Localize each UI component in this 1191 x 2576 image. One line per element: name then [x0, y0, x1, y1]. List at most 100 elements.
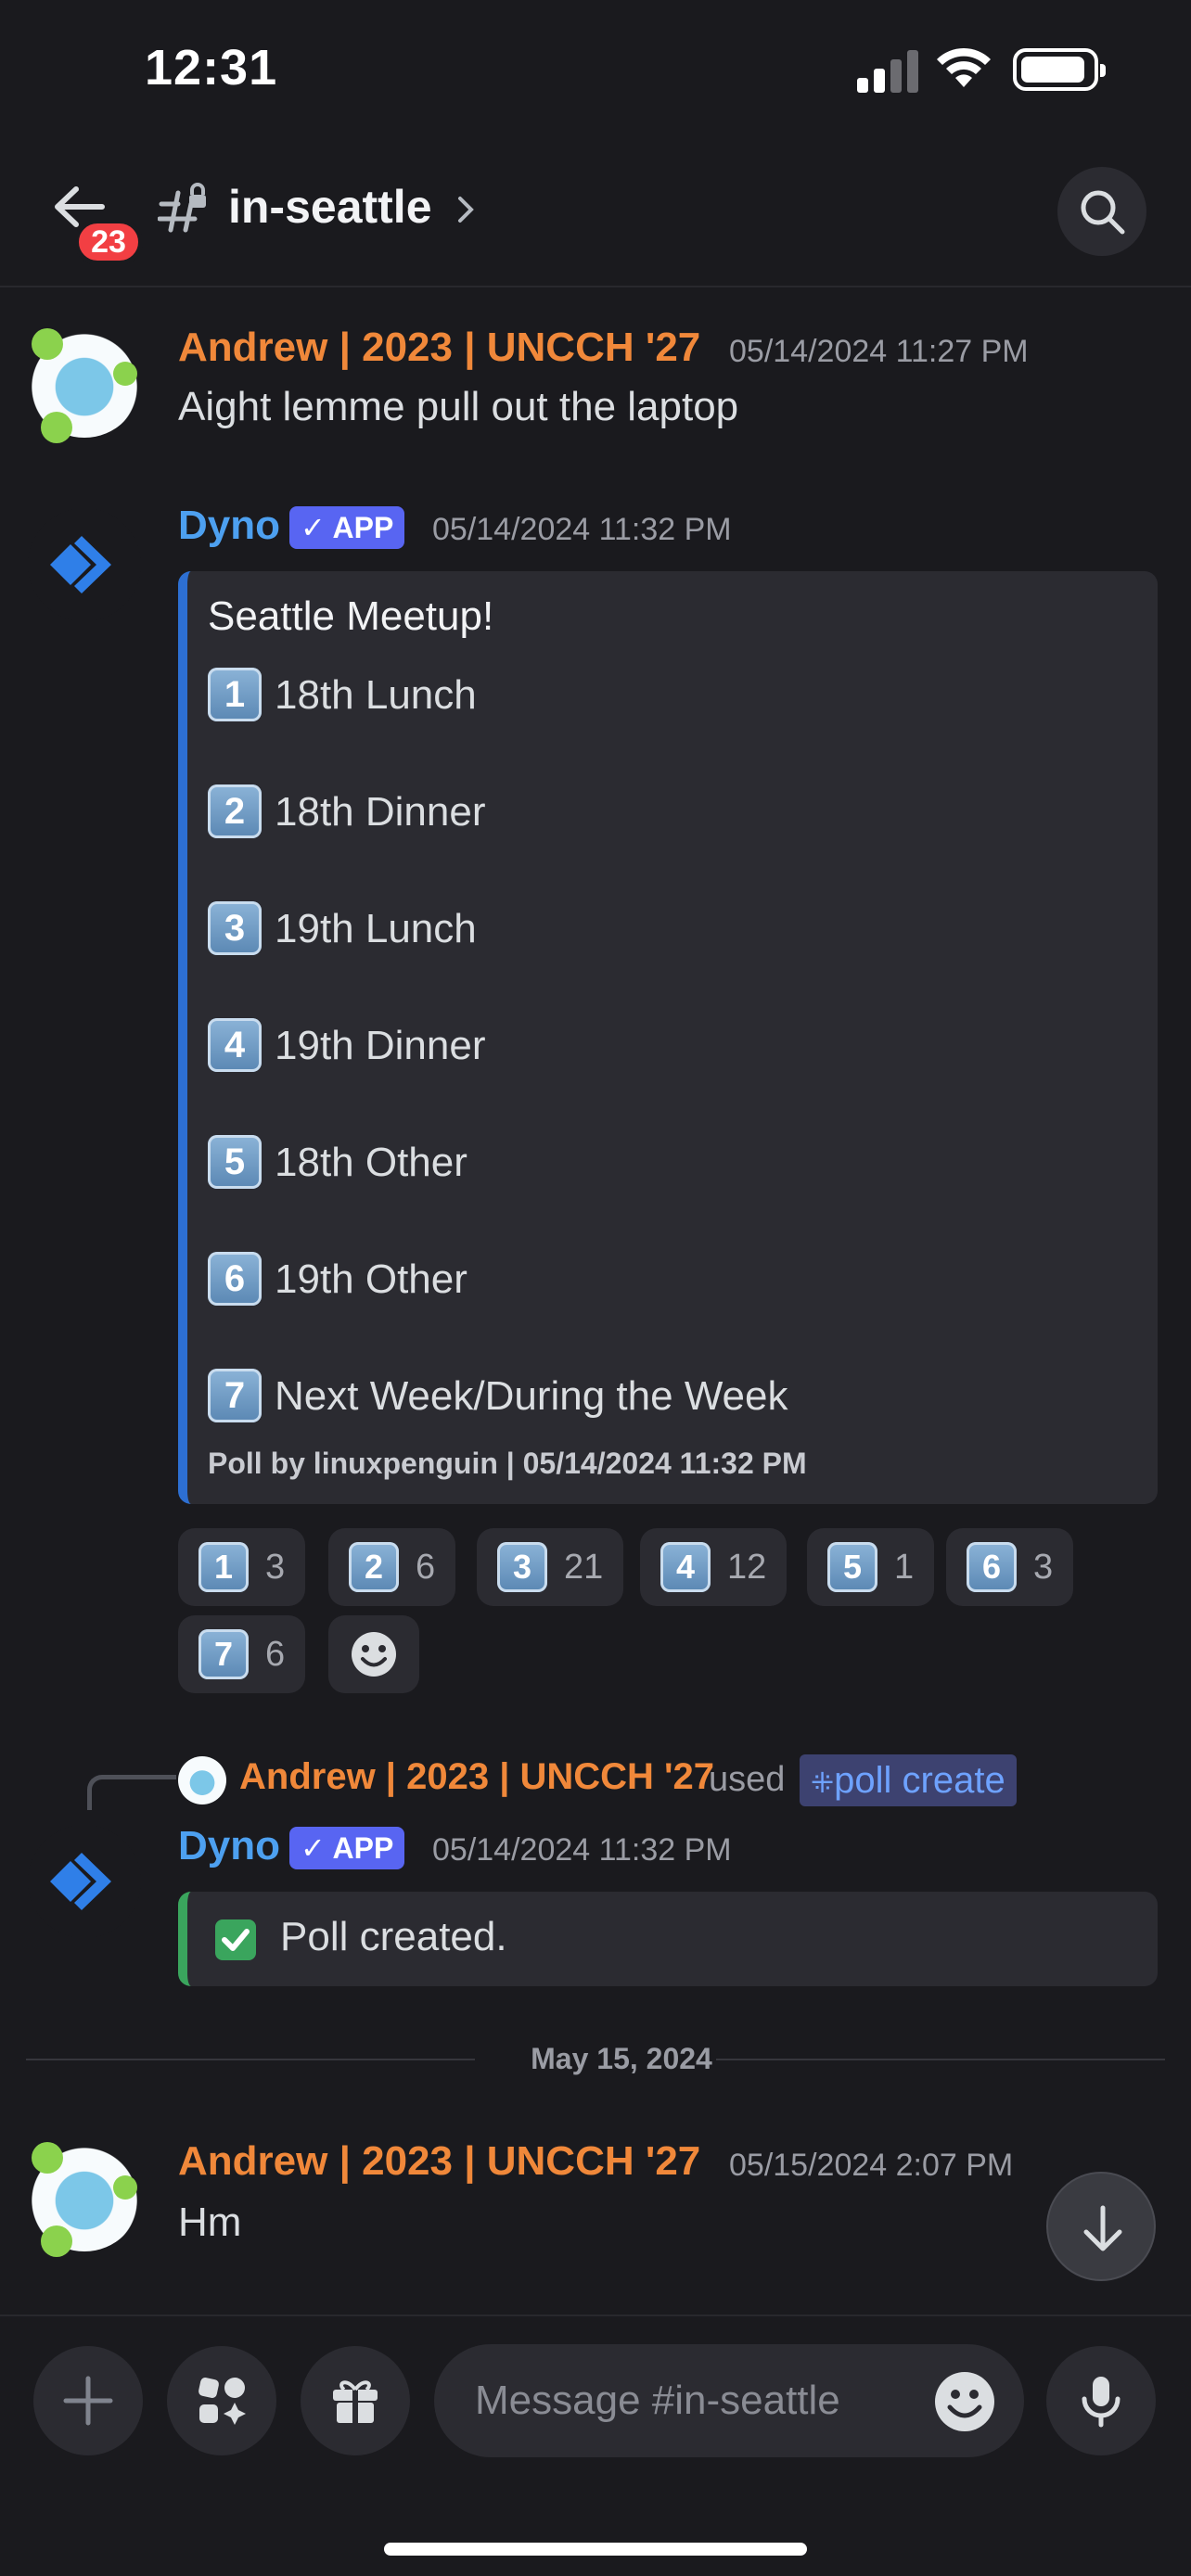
app-tag: ✓ APP — [289, 506, 405, 549]
reaction-count: 21 — [564, 1548, 604, 1587]
search-button[interactable] — [1057, 167, 1146, 256]
message-text: Aight lemme pull out the laptop — [178, 384, 739, 429]
jump-to-present-button[interactable] — [1046, 2172, 1156, 2281]
voice-message-button[interactable] — [1046, 2346, 1156, 2455]
date-divider-text: May 15, 2024 — [531, 2042, 712, 2075]
apps-icon: ⁜ — [811, 1768, 835, 1799]
app-tag: ✓ APP — [289, 1827, 405, 1869]
keycap-5-icon: 5 — [208, 1135, 262, 1189]
keycap-7-icon: 7 — [198, 1629, 249, 1679]
attach-button[interactable] — [33, 2346, 143, 2455]
add-reaction-button[interactable] — [328, 1615, 419, 1693]
app-tag-label: APP — [332, 511, 394, 544]
timestamp: 05/15/2024 2:07 PM — [729, 2148, 1014, 2183]
keycap-2-icon: 2 — [349, 1542, 399, 1592]
poll-option: 5 18th Other — [208, 1135, 467, 1191]
reaction-count: 3 — [1033, 1548, 1054, 1587]
poll-option-label: 18th Other — [275, 1140, 467, 1185]
keycap-1-icon: 1 — [208, 668, 262, 721]
reaction-count: 6 — [416, 1548, 436, 1587]
emoji-icon[interactable] — [933, 2370, 996, 2433]
reaction-7[interactable]: 76 — [178, 1615, 306, 1693]
poll-option-label: 18th Dinner — [275, 789, 486, 835]
reply-used-text: used — [709, 1760, 786, 1799]
poll-option-label: 19th Lunch — [275, 906, 477, 951]
avatar[interactable] — [28, 2138, 141, 2257]
timestamp: 05/14/2024 11:27 PM — [729, 334, 1029, 369]
avatar[interactable] — [28, 325, 141, 443]
keycap-4-icon: 4 — [660, 1542, 711, 1592]
reply-username[interactable]: Andrew | 2023 | UNCCH '27 — [239, 1756, 714, 1798]
reply-avatar — [178, 1756, 226, 1804]
poll-option: 6 19th Other — [208, 1252, 467, 1307]
composer-bar — [0, 2315, 1191, 2576]
avatar[interactable] — [28, 508, 141, 621]
command-mention[interactable]: ⁜poll create — [800, 1754, 1017, 1806]
dyno-logo-icon — [50, 536, 111, 593]
reaction-count: 1 — [894, 1548, 915, 1587]
poll-embed: Seattle Meetup! 1 18th Lunch 2 18th Dinner… — [178, 571, 1158, 1504]
poll-option: 4 19th Dinner — [208, 1018, 485, 1074]
timestamp: 05/14/2024 11:32 PM — [432, 1832, 732, 1868]
poll-option-label: 19th Dinner — [275, 1023, 486, 1068]
unread-badge: 23 — [74, 219, 143, 265]
poll-option-label: 18th Lunch — [275, 672, 477, 718]
reaction-2[interactable]: 26 — [328, 1528, 456, 1606]
gift-button[interactable] — [301, 2346, 410, 2455]
microphone-icon — [1082, 2377, 1121, 2428]
apps-icon — [198, 2378, 246, 2425]
username[interactable]: Andrew | 2023 | UNCCH '27 — [178, 325, 700, 371]
reaction-1[interactable]: 13 — [178, 1528, 306, 1606]
reaction-5[interactable]: 51 — [807, 1528, 935, 1606]
poll-created-embed: Poll created. — [178, 1892, 1158, 1986]
apps-button[interactable] — [167, 2346, 276, 2455]
battery-icon — [1013, 48, 1106, 91]
reaction-count: 6 — [265, 1635, 286, 1674]
signal-icon — [857, 50, 918, 93]
timestamp: 05/14/2024 11:32 PM — [432, 512, 732, 547]
reaction-3[interactable]: 3 21 — [477, 1528, 624, 1606]
keycap-4-icon: 4 — [208, 1018, 262, 1072]
emoji-icon — [352, 1632, 396, 1677]
keycap-2-icon: 2 — [208, 784, 262, 838]
plus-icon — [63, 2376, 113, 2426]
keycap-1-icon: 1 — [198, 1542, 249, 1592]
embed-footer: Poll by linuxpenguin | 05/14/2024 11:32 … — [208, 1447, 807, 1480]
checkmark-icon: ✓ — [301, 511, 326, 544]
checkmark-icon — [215, 1919, 256, 1960]
dyno-logo-icon — [50, 1853, 111, 1910]
avatar[interactable] — [28, 1825, 141, 1938]
reaction-count: 3 — [265, 1548, 286, 1587]
chevron-right-icon[interactable] — [456, 195, 475, 224]
keycap-6-icon: 6 — [208, 1252, 262, 1306]
reply-connector — [87, 1775, 176, 1810]
username[interactable]: Andrew | 2023 | UNCCH '27 — [178, 2138, 700, 2185]
poll-option: 1 18th Lunch — [208, 668, 477, 723]
gift-icon — [333, 2380, 378, 2423]
status-time: 12:31 — [145, 40, 278, 96]
wifi-icon — [937, 47, 991, 87]
embed-title: Seattle Meetup! — [208, 593, 494, 639]
keycap-3-icon: 3 — [497, 1542, 547, 1592]
channel-hash-lock-icon — [158, 183, 206, 233]
keycap-6-icon: 6 — [967, 1542, 1017, 1592]
channel-name[interactable]: in-seattle — [228, 180, 432, 234]
reaction-4[interactable]: 4 12 — [640, 1528, 788, 1606]
keycap-5-icon: 5 — [827, 1542, 877, 1592]
status-bar: 12:31 — [0, 0, 1191, 139]
arrow-down-icon — [1083, 2205, 1122, 2251]
app-tag-label: APP — [332, 1831, 394, 1865]
poll-option: 7 Next Week/During the Week — [208, 1369, 788, 1424]
username[interactable]: Dyno — [178, 503, 280, 549]
message-text: Hm — [178, 2200, 242, 2245]
poll-created-text: Poll created. — [280, 1914, 507, 1959]
keycap-3-icon: 3 — [208, 901, 262, 955]
reaction-6[interactable]: 63 — [946, 1528, 1074, 1606]
home-indicator — [384, 2543, 807, 2556]
command-name: poll create — [834, 1760, 1005, 1801]
poll-option-label: Next Week/During the Week — [275, 1373, 788, 1419]
keycap-7-icon: 7 — [208, 1369, 262, 1422]
channel-header: 23 in-seattle — [0, 139, 1191, 287]
poll-option: 2 18th Dinner — [208, 784, 485, 840]
username[interactable]: Dyno — [178, 1823, 280, 1869]
